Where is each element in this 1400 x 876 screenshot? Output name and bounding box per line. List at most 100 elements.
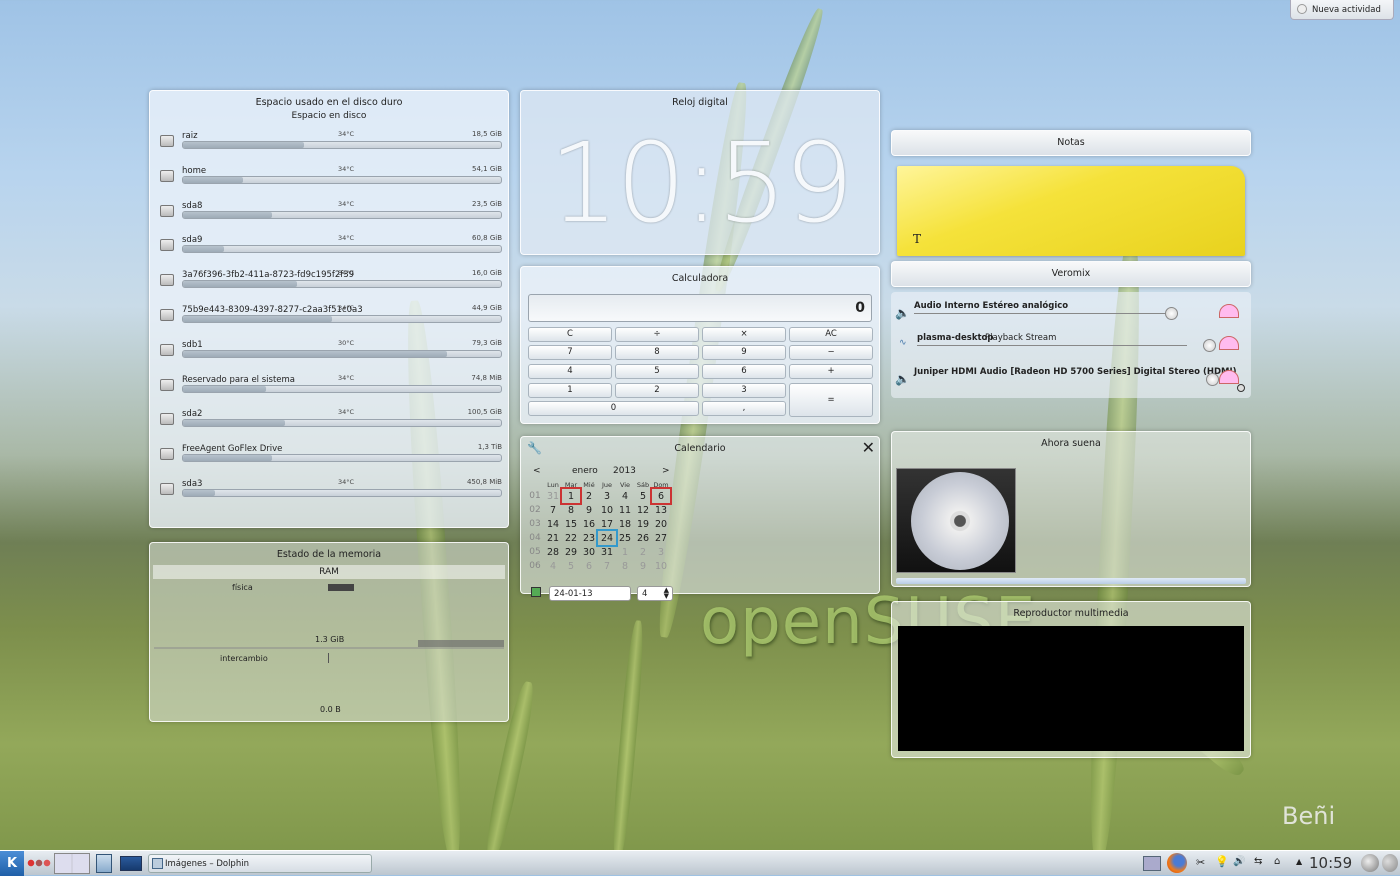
speaker-icon[interactable]: 🔈 (895, 372, 910, 386)
calendar-day-today[interactable]: 24 (596, 529, 618, 547)
calc-key[interactable]: 2 (615, 383, 699, 398)
calc-key[interactable]: 4 (528, 364, 612, 379)
progress-bar[interactable] (896, 578, 1246, 584)
calendar-day[interactable]: 20 (652, 517, 670, 531)
calendar-day[interactable]: 6 (580, 559, 598, 573)
calc-key[interactable]: × (702, 327, 786, 342)
firefox-icon[interactable] (1167, 853, 1187, 873)
calc-key[interactable]: 8 (615, 345, 699, 360)
calendar-day[interactable]: 31 (598, 545, 616, 559)
clock-time[interactable]: 10:59 (1309, 854, 1352, 872)
show-desktop-icon[interactable] (120, 856, 142, 871)
volume-gauge-icon[interactable] (1219, 336, 1239, 350)
calendar-day[interactable]: 2 (580, 489, 598, 503)
prev-month-button[interactable]: < (533, 466, 541, 476)
calendar-day[interactable]: 8 (562, 503, 580, 517)
sticky-note-area[interactable]: T (897, 166, 1245, 256)
calendar-day[interactable]: 26 (634, 531, 652, 545)
updates-icon[interactable]: ⌂ (1274, 856, 1280, 867)
spin-arrows-icon[interactable]: ▲ ▼ (664, 587, 669, 600)
calc-key[interactable]: 7 (528, 345, 612, 360)
calendar-day[interactable]: 13 (652, 503, 670, 517)
digital-clock-widget[interactable]: Reloj digital 10:59 (520, 90, 880, 255)
calendar-day[interactable]: 5 (634, 489, 652, 503)
calc-key[interactable]: C (528, 327, 612, 342)
calc-key[interactable]: 5 (615, 364, 699, 379)
calendar-day[interactable]: 3 (652, 545, 670, 559)
calendar-day[interactable]: 9 (634, 559, 652, 573)
calc-key[interactable]: ÷ (615, 327, 699, 342)
tray-monitor-icon[interactable] (1143, 856, 1161, 871)
calendar-day[interactable]: 10 (598, 503, 616, 517)
file-manager-icon[interactable] (96, 854, 112, 873)
date-input[interactable]: 24-01-13 (549, 586, 631, 601)
calendar-day[interactable]: 11 (616, 503, 634, 517)
calendar-day[interactable]: 17 (598, 517, 616, 531)
calc-key[interactable]: 3 (702, 383, 786, 398)
calendar-day[interactable]: 21 (544, 531, 562, 545)
calendar-day[interactable]: 28 (544, 545, 562, 559)
calendar-day[interactable]: 16 (580, 517, 598, 531)
wrench-icon[interactable]: 🔧 (527, 441, 542, 455)
tray-expand-icon[interactable]: ▲ (1296, 857, 1302, 866)
calendar-day[interactable]: 7 (598, 559, 616, 573)
moon-icon[interactable] (1382, 854, 1398, 872)
pager-icon[interactable] (54, 853, 90, 874)
volume-gauge-icon[interactable] (1219, 304, 1239, 318)
calendar-day[interactable]: 4 (616, 489, 634, 503)
calendar-day[interactable]: 31 (544, 489, 562, 503)
next-month-button[interactable]: > (662, 466, 670, 476)
calendar-day[interactable]: 29 (562, 545, 580, 559)
calendar-day[interactable]: 9 (580, 503, 598, 517)
calc-key[interactable]: − (789, 345, 873, 360)
activities-icon[interactable] (27, 859, 51, 867)
volume-slider-track[interactable] (914, 313, 1177, 314)
calendar-day[interactable]: 10 (652, 559, 670, 573)
volume-gauge-icon[interactable] (1219, 370, 1239, 384)
calc-key[interactable]: 9 (702, 345, 786, 360)
speaker-icon[interactable]: 🔈 (895, 306, 910, 320)
task-button[interactable]: Imágenes – Dolphin (148, 854, 372, 873)
calendar-day[interactable]: 27 (652, 531, 670, 545)
calendar-day[interactable]: 7 (544, 503, 562, 517)
week-spinbox[interactable]: 4 ▲ ▼ (637, 586, 673, 601)
calc-key[interactable]: AC (789, 327, 873, 342)
cashew-icon[interactable] (1361, 854, 1379, 872)
year-label[interactable]: 2013 (613, 466, 636, 476)
calc-key[interactable]: + (789, 364, 873, 379)
video-surface[interactable] (898, 626, 1244, 751)
volume-slider-handle[interactable] (1165, 307, 1178, 320)
calendar-day[interactable]: 14 (544, 517, 562, 531)
calendar-day[interactable]: 5 (562, 559, 580, 573)
calendar-day[interactable]: 8 (616, 559, 634, 573)
calendar-day[interactable]: 25 (616, 531, 634, 545)
volume-slider-handle[interactable] (1203, 339, 1216, 352)
calc-key[interactable]: 6 (702, 364, 786, 379)
lightbulb-icon[interactable]: 💡 (1215, 855, 1229, 868)
kde-menu-icon[interactable]: K (0, 851, 24, 876)
calendar-day[interactable]: 19 (634, 517, 652, 531)
calendar-day[interactable]: 18 (616, 517, 634, 531)
calc-decimal-key[interactable]: , (702, 401, 786, 416)
calendar-day[interactable]: 6 (650, 487, 672, 505)
new-activity-button[interactable]: Nueva actividad (1290, 0, 1394, 20)
calc-key[interactable]: 1 (528, 383, 612, 398)
month-label[interactable]: enero (572, 466, 598, 476)
calendar-day[interactable]: 2 (634, 545, 652, 559)
calendar-day[interactable]: 1 (616, 545, 634, 559)
calendar-day[interactable]: 1 (560, 487, 582, 505)
calendar-day[interactable]: 12 (634, 503, 652, 517)
calendar-day[interactable]: 22 (562, 531, 580, 545)
calendar-day[interactable]: 30 (580, 545, 598, 559)
network-icon[interactable]: ⇆ (1254, 856, 1262, 867)
calendar-day[interactable]: 4 (544, 559, 562, 573)
expand-icon[interactable] (1237, 384, 1245, 392)
klipper-icon[interactable]: ✂ (1196, 856, 1205, 869)
calendar-day[interactable]: 23 (580, 531, 598, 545)
calendar-day[interactable]: 3 (598, 489, 616, 503)
close-icon[interactable]: ✕ (862, 438, 875, 457)
volume-icon[interactable]: 🔊 (1233, 856, 1245, 867)
calc-zero-key[interactable]: 0 (528, 401, 699, 416)
volume-slider-handle[interactable] (1206, 373, 1219, 386)
calc-equals-key[interactable]: = (789, 383, 873, 417)
